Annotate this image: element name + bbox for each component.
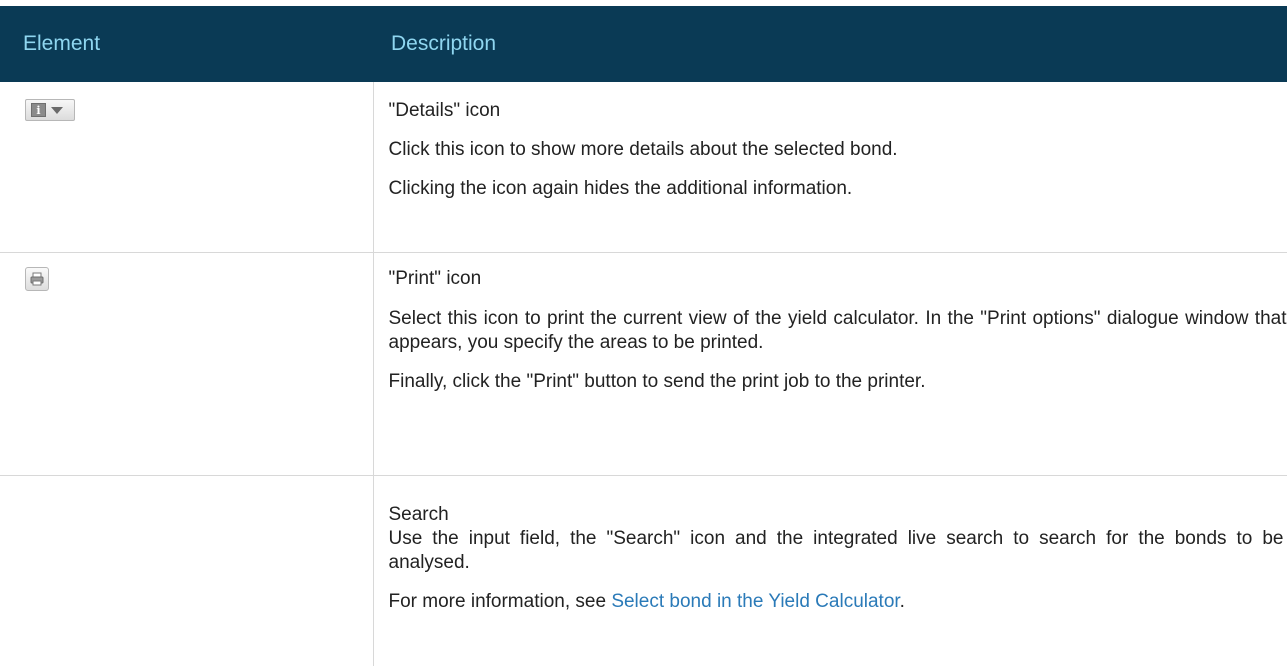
documentation-page: Element Description i "Details" icon Cli… <box>0 0 1287 666</box>
more-info-prefix: For more information, see <box>388 591 612 612</box>
row-title: "Print" icon <box>388 268 482 289</box>
description-paragraph: Use the input field, the "Search" icon a… <box>388 528 1284 573</box>
details-icon[interactable]: i <box>25 99 75 121</box>
printer-icon <box>30 272 44 286</box>
more-info-suffix: . <box>899 591 905 612</box>
description-cell: "Details" icon Click this icon to show m… <box>373 82 1287 253</box>
description-paragraph: Finally, click the "Print" button to sen… <box>388 371 926 392</box>
column-header-element: Element <box>0 6 373 82</box>
description-cell: "Print" icon Select this icon to print t… <box>373 252 1287 476</box>
table-row: Search Use the input field, the "Search"… <box>0 475 1287 666</box>
print-icon[interactable] <box>25 267 49 291</box>
chevron-down-icon <box>51 106 63 114</box>
element-cell <box>0 475 374 666</box>
element-cell: i <box>0 82 374 253</box>
table-header: Element Description <box>0 6 1287 82</box>
description-cell: Search Use the input field, the "Search"… <box>373 476 1287 666</box>
more-info-paragraph: For more information, see Select bond in… <box>389 590 1287 614</box>
column-header-description: Description <box>373 6 1287 82</box>
info-icon: i <box>31 103 46 117</box>
row-title: Search <box>388 504 449 525</box>
element-description-table: Element Description i "Details" icon Cli… <box>0 6 1287 666</box>
description-paragraph: Select this icon to print the current vi… <box>388 308 1287 353</box>
description-paragraph: Click this icon to show more details abo… <box>388 139 898 160</box>
select-bond-link[interactable]: Select bond in the Yield Calculator <box>611 591 899 612</box>
description-paragraph: Clicking the icon again hides the additi… <box>388 178 853 199</box>
row-title: "Details" icon <box>388 100 501 121</box>
table-row: i "Details" icon Click this icon to show… <box>0 82 1287 253</box>
table-row: "Print" icon Select this icon to print t… <box>0 252 1287 476</box>
element-cell <box>0 252 374 476</box>
